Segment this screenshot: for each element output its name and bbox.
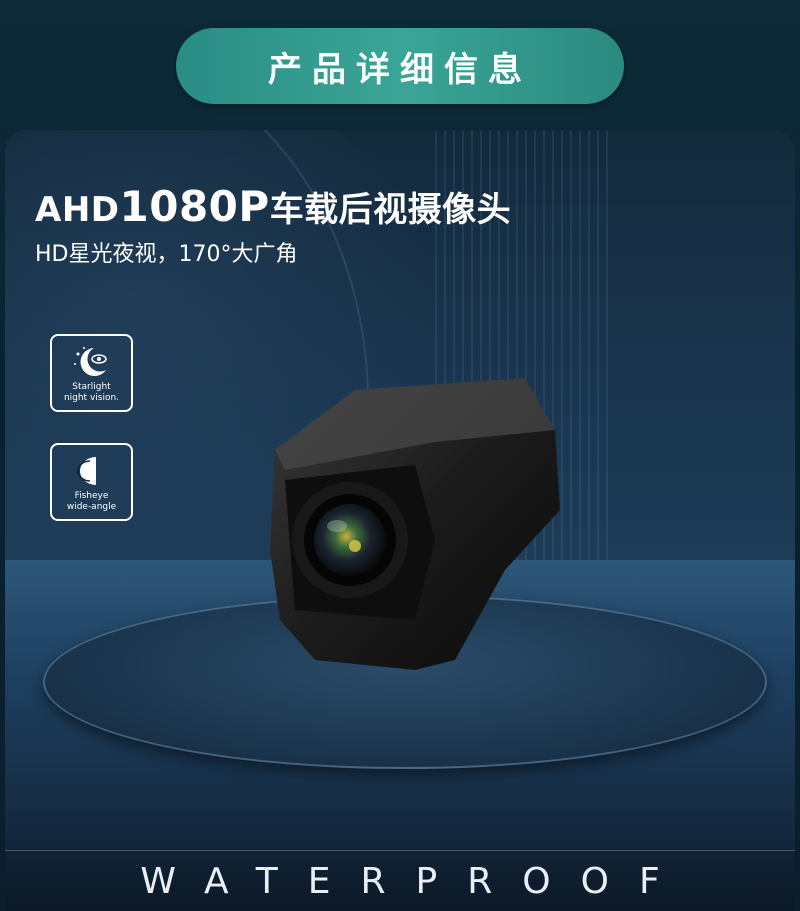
moon-eye-icon xyxy=(73,347,107,376)
product-title: AHD1080P车载后视摄像头 xyxy=(35,182,511,231)
section-title-pill: 产品详细信息 xyxy=(176,28,624,104)
feature-line1: Starlight xyxy=(72,382,111,392)
section-title: 产品详细信息 xyxy=(268,49,532,90)
waterproof-label: WATERPROOF xyxy=(5,850,795,911)
feature-badge-fisheye: Fisheye wide-angle xyxy=(50,443,133,521)
feature-line2: night vision. xyxy=(63,393,120,403)
product-subtitle: HD星光夜视，170°大广角 xyxy=(35,242,298,267)
feature-line2: wide-angle xyxy=(66,502,117,512)
fisheye-icon xyxy=(76,457,96,485)
title-suffix: 车载后视摄像头 xyxy=(269,190,512,230)
feature-line1: Fisheye xyxy=(74,491,109,501)
title-number: 1080P xyxy=(119,182,270,231)
product-banner: AHD1080P车载后视摄像头 HD星光夜视，170°大广角 Starlight… xyxy=(5,130,795,911)
title-prefix: AHD xyxy=(35,190,120,230)
camera-image xyxy=(270,378,560,670)
feature-badge-starlight: Starlight night vision. xyxy=(50,334,133,412)
